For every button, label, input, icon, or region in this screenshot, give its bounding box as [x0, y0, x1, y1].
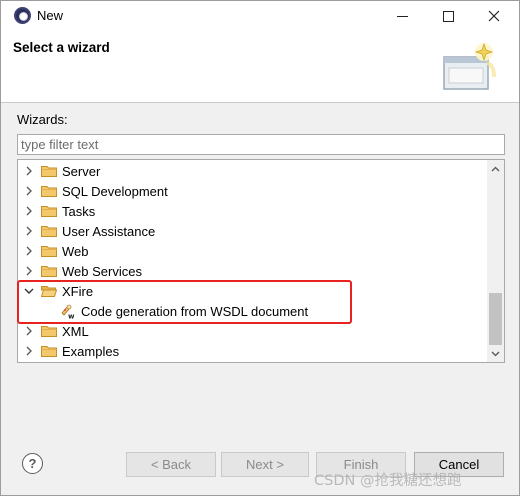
folder-icon — [41, 246, 57, 257]
page-title: Select a wizard — [13, 40, 110, 55]
tree-item-label: Server — [62, 163, 101, 179]
chevron-right-icon[interactable] — [24, 206, 34, 216]
tree-item-label: SQL Development — [62, 183, 168, 199]
tree-item-xml[interactable]: XML — [18, 321, 486, 341]
tree-item-label: Web — [62, 243, 89, 259]
red-highlight-box — [17, 280, 352, 324]
back-button[interactable]: < Back — [126, 452, 216, 477]
chevron-right-icon[interactable] — [24, 226, 34, 236]
chevron-right-icon[interactable] — [24, 346, 34, 356]
tree-item-label: Examples — [62, 343, 120, 359]
next-button[interactable]: Next > — [221, 452, 309, 477]
tree-item-label: XML — [62, 323, 89, 339]
tree-item-web[interactable]: Web — [18, 241, 486, 261]
tree-item-web-services[interactable]: Web Services — [18, 261, 486, 281]
tree-item-label: Web Services — [62, 263, 142, 279]
tree-item-label: Tasks — [62, 203, 96, 219]
watermark: CSDN @抢我糖还想跑 — [314, 473, 462, 489]
wizard-header: Select a wizard — [1, 31, 519, 103]
tree-item-server[interactable]: Server — [18, 161, 486, 181]
close-icon — [488, 10, 500, 22]
window-title: New — [37, 8, 64, 23]
maximize-icon — [442, 10, 454, 22]
tree-item-tasks[interactable]: Tasks — [18, 201, 486, 221]
folder-icon — [41, 206, 57, 217]
scroll-up-button[interactable] — [487, 160, 504, 177]
chevron-right-icon[interactable] — [24, 246, 34, 256]
wizard-tree[interactable]: Server SQL Development Tasks User Assist… — [17, 159, 505, 363]
chevron-down-icon — [491, 351, 500, 356]
chevron-right-icon[interactable] — [24, 266, 34, 276]
minimize-button[interactable] — [379, 1, 425, 31]
close-button[interactable] — [471, 1, 517, 31]
tree-scrollbar[interactable] — [487, 160, 504, 362]
folder-icon — [41, 166, 57, 177]
eclipse-icon — [14, 7, 31, 24]
tree-item-examples[interactable]: Examples — [18, 341, 486, 361]
tree-item-label: User Assistance — [62, 223, 156, 239]
new-wizard-dialog: New Select a wizard Wizards: type filter… — [0, 0, 520, 496]
folder-icon — [41, 346, 57, 357]
scroll-down-button[interactable] — [487, 345, 504, 362]
chevron-right-icon[interactable] — [24, 186, 34, 196]
maximize-button[interactable] — [425, 1, 471, 31]
chevron-up-icon — [491, 166, 500, 171]
tree-item-sql-development[interactable]: SQL Development — [18, 181, 486, 201]
chevron-right-icon[interactable] — [24, 166, 34, 176]
help-button[interactable]: ? — [22, 453, 43, 474]
folder-icon — [41, 186, 57, 197]
wizards-label: Wizards: — [17, 112, 68, 127]
chevron-right-icon[interactable] — [24, 326, 34, 336]
folder-icon — [41, 266, 57, 277]
tree-item-user-assistance[interactable]: User Assistance — [18, 221, 486, 241]
title-bar: New — [1, 1, 519, 31]
filter-input[interactable] — [17, 134, 505, 155]
folder-icon — [41, 326, 57, 337]
minimize-icon — [396, 15, 408, 17]
scroll-thumb[interactable] — [489, 293, 502, 345]
folder-icon — [41, 226, 57, 237]
wizard-banner-icon — [443, 43, 496, 90]
